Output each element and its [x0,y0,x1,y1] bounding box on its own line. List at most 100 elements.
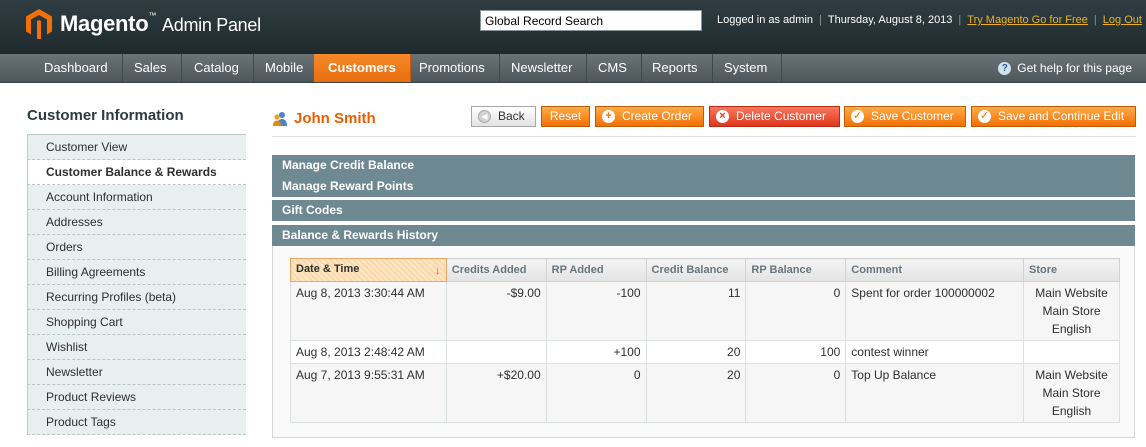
sidebar: Customer Information Customer View Custo… [27,103,246,435]
sidebar-item-orders[interactable]: Orders [27,235,246,260]
section-gift-codes[interactable]: Gift Codes [272,200,1135,221]
cell-comment: Spent for order 100000002 [845,281,1025,341]
nav-cms[interactable]: CMS [584,54,642,82]
section-manage-credit-balance[interactable]: Manage Credit Balance [272,155,1135,176]
customer-name: John Smith [294,110,376,127]
cell-credits-added: -$9.00 [445,281,547,341]
cell-credit-balance: 11 [645,281,747,341]
magento-logo[interactable]: Magento™ Admin Panel [26,9,261,40]
table-row: Aug 8, 2013 2:48:42 AM +100 20 100 conte… [290,340,1120,364]
sidebar-item-shopping-cart[interactable]: Shopping Cart [27,310,246,335]
sidebar-item-product-reviews[interactable]: Product Reviews [27,385,246,410]
check-icon: ✓ [978,110,991,123]
nav-customers[interactable]: Customers [314,54,411,82]
help-link[interactable]: ? Get help for this page [998,54,1132,82]
cell-comment: contest winner [845,340,1025,364]
reset-button[interactable]: Reset [541,106,590,127]
sidebar-item-customer-view[interactable]: Customer View [27,135,246,160]
cell-store [1023,340,1120,364]
global-search-input[interactable] [480,10,702,31]
cell-comment: Top Up Balance [845,363,1025,423]
cell-rp-balance: 0 [745,363,847,423]
sidebar-item-account-information[interactable]: Account Information [27,185,246,210]
sidebar-item-recurring-profiles[interactable]: Recurring Profiles (beta) [27,285,246,310]
cell-rp-added: -100 [545,281,647,341]
store-name: Main Store [1042,304,1101,318]
plus-icon: + [602,110,615,123]
column-header-credits-added[interactable]: Credits Added [445,258,547,282]
cell-date: Aug 8, 2013 2:48:42 AM [290,340,447,364]
sidebar-item-billing-agreements[interactable]: Billing Agreements [27,260,246,285]
section-manage-reward-points[interactable]: Manage Reward Points [272,176,1135,197]
sidebar-title: Customer Information [27,103,246,135]
sidebar-item-balance-rewards[interactable]: Customer Balance & Rewards [27,160,246,185]
column-header-date-time[interactable]: Date & Time ↓ [290,258,447,282]
cell-credit-balance: 20 [645,340,747,364]
store-website: Main Website [1035,286,1108,300]
title-divider [272,136,1136,137]
table-row: Aug 7, 2013 9:55:31 AM +$20.00 0 20 0 To… [290,363,1120,423]
save-continue-button[interactable]: ✓ Save and Continue Edit [971,106,1136,127]
delete-customer-label: Delete Customer [736,109,827,123]
nav-dashboard[interactable]: Dashboard [30,54,123,82]
cell-rp-added: +100 [545,340,647,364]
table-row: Aug 8, 2013 3:30:44 AM -$9.00 -100 11 0 … [290,281,1120,341]
cell-credits-added [445,340,547,364]
create-order-label: Create Order [622,109,693,123]
reset-label: Reset [549,109,582,123]
sidebar-item-wishlist[interactable]: Wishlist [27,335,246,360]
store-name: Main Store [1042,386,1101,400]
page-title: John Smith [272,110,376,127]
sidebar-item-product-tags[interactable]: Product Tags [27,410,246,435]
cell-rp-balance: 0 [745,281,847,341]
column-header-rp-balance[interactable]: RP Balance [745,258,847,282]
sidebar-item-newsletter[interactable]: Newsletter [27,360,246,385]
magento-logo-icon [26,9,52,40]
create-order-button[interactable]: + Create Order [595,106,704,127]
help-icon: ? [998,61,1012,75]
delete-icon: × [716,110,729,123]
sort-desc-icon: ↓ [434,263,441,277]
header-date: Thursday, August 8, 2013 [827,14,953,26]
history-table: Date & Time ↓ Credits Added RP Added Cred… [290,258,1120,423]
nav-reports[interactable]: Reports [638,54,713,82]
column-header-rp-added[interactable]: RP Added [545,258,647,282]
save-continue-label: Save and Continue Edit [998,109,1125,123]
cell-date: Aug 8, 2013 3:30:44 AM [290,281,447,341]
save-customer-button[interactable]: ✓ Save Customer [844,106,966,127]
check-icon: ✓ [851,110,864,123]
customer-icon [272,111,288,127]
cell-rp-added: 0 [545,363,647,423]
cell-credit-balance: 20 [645,363,747,423]
help-text: Get help for this page [1017,61,1132,75]
logo-text: Magento™ Admin Panel [60,11,261,36]
back-arrow-icon: ◀ [478,110,491,123]
nav-catalog[interactable]: Catalog [180,54,254,82]
save-customer-label: Save Customer [871,109,954,123]
column-header-credit-balance[interactable]: Credit Balance [645,258,747,282]
section-balance-rewards-history[interactable]: Balance & Rewards History [272,225,1135,246]
nav-sales[interactable]: Sales [120,54,182,82]
header: Magento™Admin Panel Logged in as admin|T… [0,0,1146,54]
back-label: Back [498,109,525,123]
history-grid-container: Date & Time ↓ Credits Added RP Added Cred… [272,246,1135,438]
column-header-comment[interactable]: Comment [845,258,1025,282]
nav-system[interactable]: System [710,54,783,82]
logout-link[interactable]: Log Out [1103,14,1142,26]
nav-newsletter[interactable]: Newsletter [497,54,588,82]
delete-customer-button[interactable]: × Delete Customer [709,106,840,127]
cell-credits-added: +$20.00 [445,363,547,423]
nav-promotions[interactable]: Promotions [405,54,500,82]
header-links: Logged in as admin | Thursday, August 8, 2… [717,14,1142,26]
try-magento-go-link[interactable]: Try Magento Go for Free [967,14,1088,26]
store-website: Main Website [1035,368,1108,382]
main-nav: Dashboard Sales Catalog Mobile Customers… [0,54,1146,83]
cell-store: Main Website Main Store English [1023,363,1120,423]
sidebar-item-addresses[interactable]: Addresses [27,210,246,235]
cell-rp-balance: 100 [745,340,847,364]
column-header-store[interactable]: Store [1023,258,1120,282]
nav-mobile[interactable]: Mobile [251,54,319,82]
cell-date: Aug 7, 2013 9:55:31 AM [290,363,447,423]
back-button[interactable]: ◀ Back [471,106,536,127]
cell-store: Main Website Main Store English [1023,281,1120,341]
